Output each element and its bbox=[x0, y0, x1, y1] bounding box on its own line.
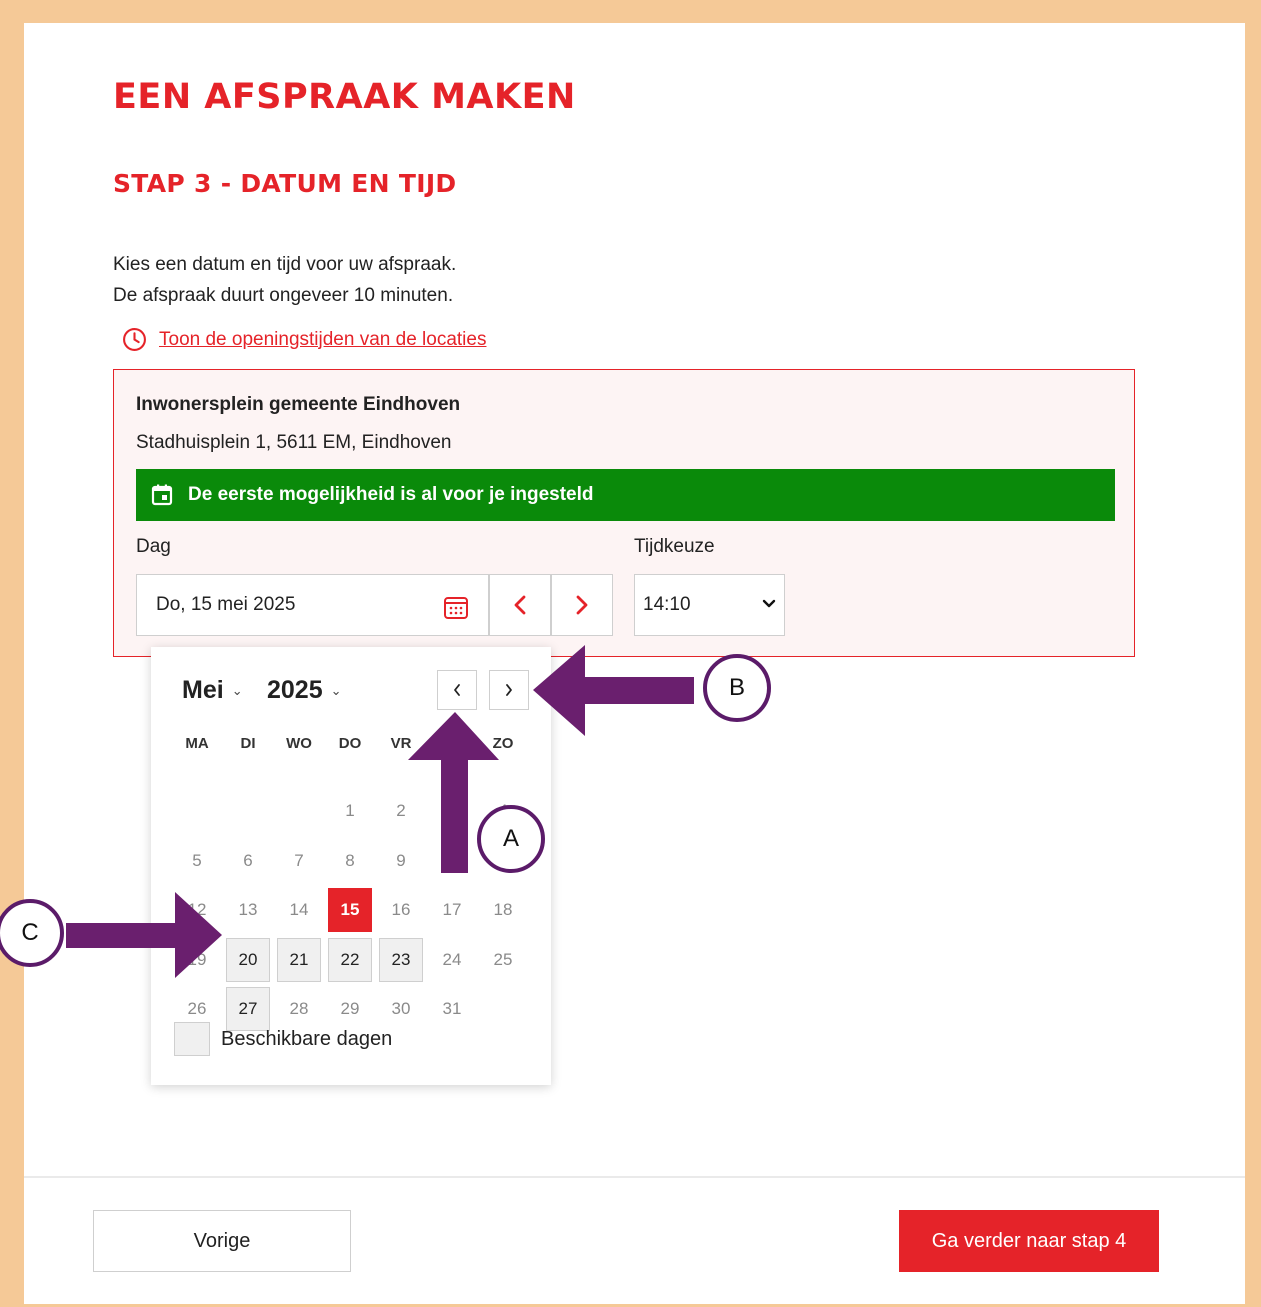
chevron-down-icon: ⌄ bbox=[330, 682, 342, 698]
weekday-header: WO bbox=[286, 735, 312, 752]
available-swatch bbox=[174, 1022, 210, 1056]
calendar-day[interactable]: 22 bbox=[328, 938, 372, 982]
calendar-day: 16 bbox=[391, 900, 411, 919]
chevron-right-icon bbox=[576, 595, 588, 615]
weekday-header: VR bbox=[390, 735, 412, 752]
month-label: Mei bbox=[182, 676, 224, 704]
chevron-left-icon bbox=[454, 684, 460, 696]
time-value: 14:10 bbox=[643, 594, 691, 615]
annotation-b: B bbox=[703, 654, 771, 722]
year-label: 2025 bbox=[267, 676, 323, 704]
step-title: STAP 3 - DATUM EN TIJD bbox=[113, 169, 457, 198]
calendar-day: 8 bbox=[345, 851, 355, 870]
first-availability-notice: De eerste mogelijkheid is al voor je ing… bbox=[136, 469, 1115, 521]
weekday-header: ZO bbox=[492, 735, 514, 752]
calendar-day: 5 bbox=[192, 851, 202, 870]
chevron-left-icon bbox=[514, 595, 526, 615]
chevron-down-icon: ⌄ bbox=[231, 682, 243, 698]
chevron-right-icon bbox=[506, 684, 512, 696]
calendar-day: 12 bbox=[187, 900, 207, 919]
calendar-day: 13 bbox=[238, 900, 258, 919]
calendar-day: 19 bbox=[187, 950, 207, 969]
calendar-day: 10 bbox=[442, 851, 462, 870]
annotation-a: A bbox=[477, 805, 545, 873]
opening-hours-link[interactable]: Toon de openingstijden van de locaties bbox=[159, 329, 486, 351]
weekday-header: DO bbox=[338, 735, 362, 752]
calendar-day[interactable]: 23 bbox=[379, 938, 423, 982]
location-card: Inwonersplein gemeente Eindhoven Stadhui… bbox=[113, 369, 1135, 657]
intro-line-1: Kies een datum en tijd voor uw afspraak. bbox=[113, 254, 457, 275]
calendar-day: 14 bbox=[289, 900, 309, 919]
calendar-day[interactable]: 21 bbox=[277, 938, 321, 982]
next-month-button[interactable] bbox=[489, 670, 529, 710]
previous-day-button[interactable] bbox=[489, 574, 551, 636]
notice-text: De eerste mogelijkheid is al voor je ing… bbox=[188, 484, 594, 505]
chevron-down-icon bbox=[762, 599, 776, 608]
date-input[interactable]: Do, 15 mei 2025 bbox=[136, 574, 489, 636]
calendar-day: 3 bbox=[447, 801, 457, 820]
continue-button[interactable]: Ga verder naar stap 4 bbox=[899, 1210, 1159, 1272]
next-day-button[interactable] bbox=[551, 574, 613, 636]
date-value: Do, 15 mei 2025 bbox=[156, 594, 296, 615]
calendar-day: 18 bbox=[493, 900, 513, 919]
year-dropdown[interactable]: 2025 ⌄ bbox=[267, 676, 342, 705]
page-title: EEN AFSPRAAK MAKEN bbox=[113, 77, 576, 117]
location-name: Inwonersplein gemeente Eindhoven bbox=[136, 394, 461, 415]
previous-month-button[interactable] bbox=[437, 670, 477, 710]
calendar-day: 2 bbox=[396, 801, 406, 820]
weekday-header: DI bbox=[240, 735, 256, 752]
calendar-day-selected[interactable]: 15 bbox=[328, 888, 372, 932]
weekday-header: MA bbox=[185, 735, 209, 752]
calendar-day: 31 bbox=[442, 999, 462, 1018]
footer-divider bbox=[24, 1176, 1245, 1178]
appointment-page: EEN AFSPRAAK MAKEN STAP 3 - DATUM EN TIJ… bbox=[24, 23, 1245, 1304]
calendar-day: 7 bbox=[294, 851, 304, 870]
month-dropdown[interactable]: Mei ⌄ bbox=[182, 676, 243, 705]
calendar-day: 17 bbox=[442, 900, 462, 919]
clock-icon bbox=[122, 327, 147, 352]
calendar-day[interactable]: 20 bbox=[226, 938, 270, 982]
calendar-day: 1 bbox=[345, 801, 355, 820]
weekday-header: ZA bbox=[442, 735, 462, 752]
time-select[interactable]: 14:10 bbox=[634, 574, 785, 636]
day-label: Dag bbox=[136, 536, 171, 557]
opening-hours-link-row: Toon de openingstijden van de locaties bbox=[122, 327, 486, 352]
previous-button[interactable]: Vorige bbox=[93, 1210, 351, 1272]
calendar-day: 6 bbox=[243, 851, 253, 870]
intro-line-2: De afspraak duurt ongeveer 10 minuten. bbox=[113, 285, 454, 306]
location-address: Stadhuisplein 1, 5611 EM, Eindhoven bbox=[136, 432, 452, 453]
calendar-day: 24 bbox=[442, 950, 462, 969]
time-label: Tijdkeuze bbox=[634, 536, 715, 557]
calendar-check-icon bbox=[150, 483, 174, 507]
calendar-day: 9 bbox=[396, 851, 406, 870]
calendar-day: 25 bbox=[493, 950, 513, 969]
calendar-legend: Beschikbare dagen bbox=[174, 1022, 392, 1056]
calendar-icon[interactable] bbox=[443, 594, 469, 620]
intro-text: Kies een datum en tijd voor uw afspraak.… bbox=[113, 249, 456, 311]
legend-label: Beschikbare dagen bbox=[221, 1027, 393, 1050]
